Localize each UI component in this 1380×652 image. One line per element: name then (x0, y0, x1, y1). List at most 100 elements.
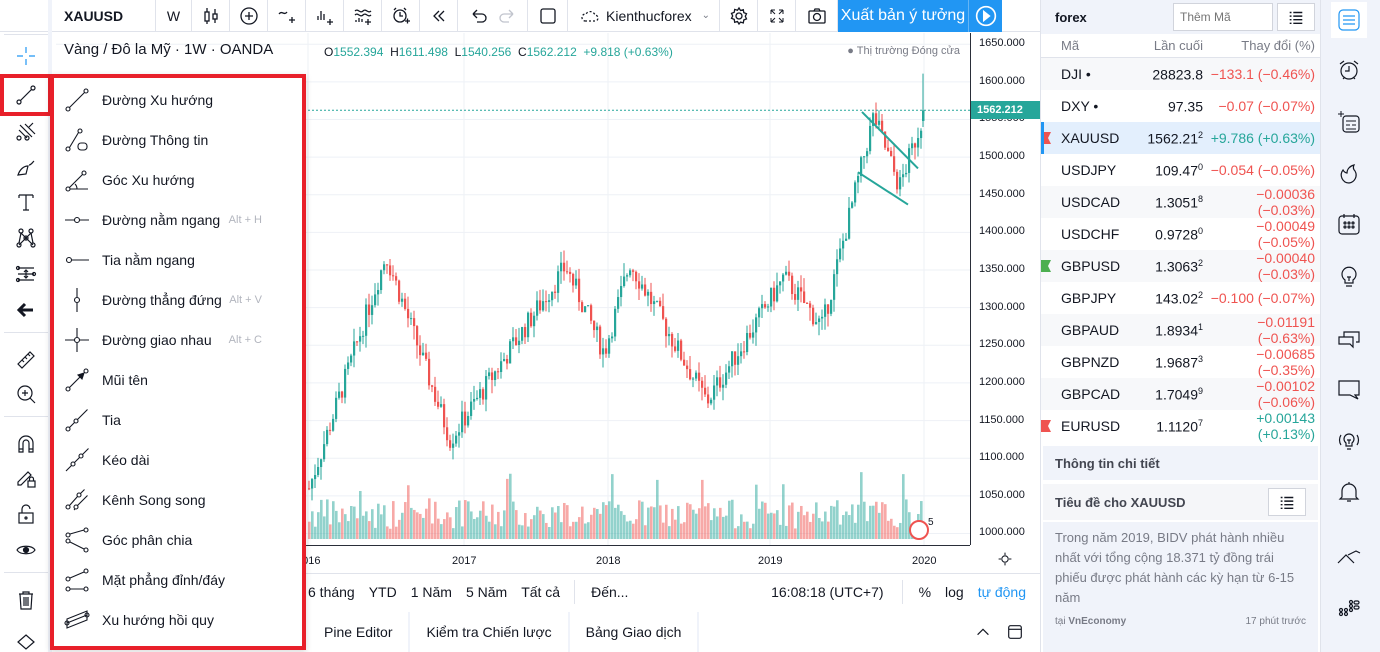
watchlist-row[interactable]: XAUUSD 1562.212 +9.786 (+0.63%) (1041, 122, 1320, 154)
tab-strategy-tester[interactable]: Kiểm tra Chiến lược (410, 612, 568, 652)
indicators-button[interactable] (268, 0, 306, 32)
gann-fib-tool[interactable] (0, 116, 52, 148)
prediction-tool[interactable] (0, 258, 52, 290)
economic-event-icon[interactable] (909, 520, 929, 540)
auto-toggle[interactable]: tự động (978, 584, 1026, 600)
text-tool[interactable] (0, 186, 52, 218)
play-button[interactable] (968, 0, 1002, 32)
menu-item-arrow[interactable]: Mũi tên (62, 360, 298, 400)
calendar-toggle[interactable] (1331, 206, 1367, 242)
streams-toggle[interactable] (1331, 422, 1367, 458)
financials-button[interactable] (306, 0, 344, 32)
maximize-panel-icon[interactable] (1006, 623, 1024, 641)
alerts-toggle[interactable] (1331, 52, 1367, 88)
redo-icon[interactable] (497, 6, 517, 26)
ideas-toggle[interactable] (1331, 258, 1367, 294)
menu-item-regression-trend[interactable]: Xu hướng hồi quy (62, 600, 298, 640)
select-button[interactable] (528, 0, 568, 32)
range-all[interactable]: Tất cả (521, 584, 560, 600)
alert-button[interactable] (382, 0, 420, 32)
watchlist-row[interactable]: DXY • 97.35 −0.07 (−0.07%) (1041, 90, 1320, 122)
menu-item-vertical-line[interactable]: Đường thẳng đứng Alt + V (62, 280, 298, 320)
private-chats-toggle[interactable] (1331, 372, 1367, 408)
watchlist-row[interactable]: GBPNZD 1.96873 −0.00685 (−0.35%) (1041, 346, 1320, 378)
price-axis[interactable]: 1650.0001600.0001550.0001500.0001450.000… (970, 33, 1041, 545)
news-item-text[interactable]: Trong năm 2019, BIDV phát hành nhiều nhấ… (1043, 520, 1318, 616)
watchlist-row[interactable]: USDJPY 109.470 −0.054 (−0.05%) (1041, 154, 1320, 186)
magnet-tool[interactable] (0, 428, 52, 460)
chart-settings-button[interactable] (970, 545, 1040, 573)
order-panel-toggle[interactable] (1331, 540, 1367, 576)
col-change[interactable]: Thay đổi (%) (1203, 38, 1315, 53)
stay-in-drawing-mode[interactable] (0, 462, 52, 494)
menu-item-horizontal-ray[interactable]: Tia nằm ngang (62, 240, 298, 280)
news-menu-button[interactable] (1268, 488, 1306, 516)
watchlist-menu-button[interactable] (1277, 3, 1315, 31)
menu-item-trend-line[interactable]: Đường Xu hướng (62, 80, 298, 120)
undo-icon[interactable] (469, 6, 489, 26)
menu-item-trend-angle[interactable]: Góc Xu hướng (62, 160, 298, 200)
range-5y[interactable]: 5 Năm (466, 584, 507, 600)
replay-button[interactable] (420, 0, 458, 32)
lock-drawings[interactable] (0, 498, 52, 530)
range-ytd[interactable]: YTD (369, 584, 397, 600)
data-window-toggle[interactable] (1331, 104, 1367, 140)
menu-item-extended-line[interactable]: Kéo dài (62, 440, 298, 480)
watchlist-row[interactable]: GBPCAD 1.70499 −0.00102 (−0.06%) (1041, 378, 1320, 410)
range-6m[interactable]: 6 tháng (308, 584, 355, 600)
publish-idea-button[interactable]: Xuất bản ý tưởng (838, 0, 968, 32)
watchlist-row[interactable]: GBPJPY 143.022 −0.100 (−0.07%) (1041, 282, 1320, 314)
interval-button[interactable]: W (156, 0, 192, 32)
chart-type-button[interactable] (192, 0, 230, 32)
crosshair-tool[interactable] (0, 40, 52, 72)
col-last[interactable]: Lần cuối (1123, 38, 1203, 53)
watchlist-row[interactable]: GBPAUD 1.89341 −0.01191 (−0.63%) (1041, 314, 1320, 346)
snapshot-button[interactable] (796, 0, 838, 32)
candles-icon (203, 7, 218, 24)
hide-drawings[interactable] (0, 534, 52, 566)
hide-toolbar-button[interactable] (0, 294, 52, 326)
tab-pine-editor[interactable]: Pine Editor (308, 612, 409, 652)
menu-item-info-line[interactable]: Đường Thông tin (62, 120, 298, 160)
templates-button[interactable] (344, 0, 382, 32)
goto-date-button[interactable]: Đến... (591, 584, 628, 600)
clock[interactable]: 16:08:18 (UTC+7) (771, 584, 883, 600)
log-toggle[interactable]: log (945, 584, 964, 600)
menu-item-cross-line[interactable]: Đường giao nhau Alt + C (62, 320, 298, 360)
menu-item-disjoint-angle[interactable]: Góc phân chia (62, 520, 298, 560)
watchlist-row[interactable]: EURUSD 1.11207 +0.00143 (+0.13%) (1041, 410, 1320, 442)
tab-trading-panel[interactable]: Bảng Giao dịch (569, 612, 698, 652)
watchlist-toggle[interactable] (1331, 2, 1367, 38)
menu-item-flat-top-bottom[interactable]: Mặt phẳng đỉnh/đáy (62, 560, 298, 600)
watchlist-title[interactable]: forex (1055, 10, 1173, 25)
symbol-search-button[interactable]: XAUUSD (52, 0, 156, 32)
range-1y[interactable]: 1 Năm (411, 584, 452, 600)
menu-item-ray[interactable]: Tia (62, 400, 298, 440)
watchlist-row[interactable]: USDCHF 0.97280 −0.00049 (−0.05%) (1041, 218, 1320, 250)
settings-button[interactable] (720, 0, 758, 32)
trend-line-tool-active[interactable] (0, 74, 52, 116)
compare-button[interactable] (230, 0, 268, 32)
zoom-in-tool[interactable] (0, 378, 52, 410)
menu-item-parallel-channel[interactable]: Kênh Song song (62, 480, 298, 520)
dom-toggle[interactable] (1331, 590, 1367, 626)
hotlists-toggle[interactable] (1331, 156, 1367, 192)
chevron-up-icon[interactable] (974, 623, 992, 641)
layout-dropdown[interactable]: Kienthucforex ⌄ (568, 0, 720, 32)
add-symbol-input[interactable] (1173, 3, 1273, 31)
watchlist-row[interactable]: GBPUSD 1.30632 −0.00040 (−0.03%) (1041, 250, 1320, 282)
remove-drawings[interactable] (0, 584, 52, 616)
brush-tool[interactable] (0, 152, 52, 184)
details-section-header[interactable]: Thông tin chi tiết (1043, 446, 1318, 480)
pattern-tool[interactable] (0, 222, 52, 254)
measure-tool[interactable] (0, 344, 52, 376)
object-tree[interactable] (0, 626, 52, 652)
notifications-toggle[interactable] (1331, 474, 1367, 510)
menu-item-horizontal-line[interactable]: Đường nằm ngang Alt + H (62, 200, 298, 240)
watchlist-row[interactable]: USDCAD 1.30518 −0.00036 (−0.03%) (1041, 186, 1320, 218)
watchlist-row[interactable]: DJI • 28823.8 −133.1 (−0.46%) (1041, 58, 1320, 90)
col-symbol[interactable]: Mã (1041, 38, 1123, 53)
chats-toggle[interactable] (1331, 322, 1367, 358)
percent-toggle[interactable]: % (919, 584, 931, 600)
fullscreen-button[interactable] (758, 0, 796, 32)
